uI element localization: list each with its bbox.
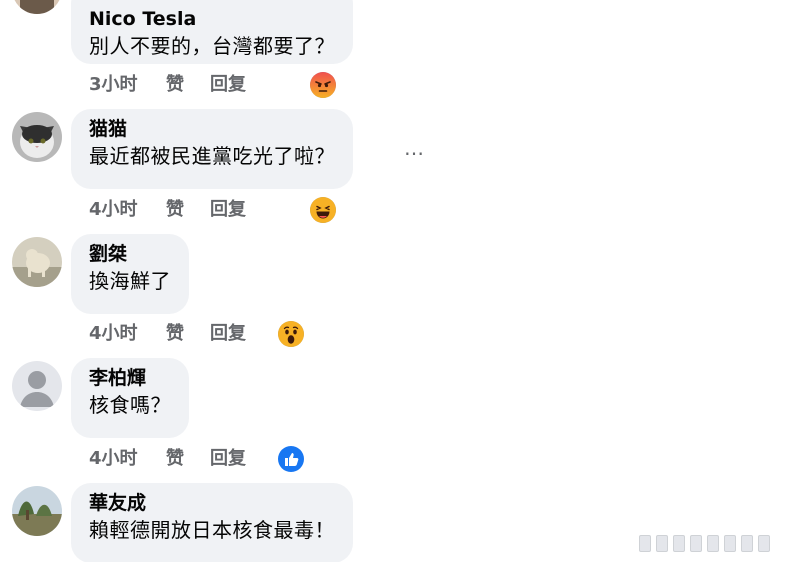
avatar[interactable] [12, 486, 62, 536]
cat-avatar-icon [12, 112, 62, 162]
avatar-photo-icon [12, 0, 62, 14]
comment-text: 最近都被民進黨吃光了啦？ [89, 144, 335, 168]
avatar[interactable] [12, 112, 62, 162]
default-avatar-icon [12, 361, 62, 411]
scroll-tick [690, 535, 702, 552]
like-button[interactable]: 赞 [166, 72, 184, 98]
scroll-tick [639, 535, 651, 552]
scroll-tick [673, 535, 685, 552]
reply-button[interactable]: 回复 [210, 197, 246, 223]
ellipsis-icon[interactable]: … [404, 138, 425, 158]
dog-avatar-icon [12, 237, 62, 287]
comment-bubble: 劉桀 換海鮮了 [71, 234, 189, 314]
reply-button[interactable]: 回复 [210, 72, 246, 98]
like-icon [277, 445, 305, 473]
comment-author[interactable]: Nico Tesla [89, 0, 335, 31]
comment-bubble: 李柏輝 核食嗎？ [71, 358, 189, 438]
avatar[interactable] [12, 237, 62, 287]
scroll-tick [724, 535, 736, 552]
wow-icon [277, 320, 305, 348]
comment-author[interactable]: 猫猫 [89, 117, 335, 141]
comment-text: 別人不要的，台灣都要了？ [89, 34, 335, 58]
comment-bubble: 華友成 賴輕德開放日本核食最毒！ [71, 483, 353, 562]
scroll-tick [758, 535, 770, 552]
comment-bubble: Nico Tesla 別人不要的，台灣都要了？ [71, 0, 353, 64]
comment-thread: Nico Tesla 別人不要的，台灣都要了？ 3小时 赞 回复 7 [0, 0, 786, 562]
scroll-tick [707, 535, 719, 552]
landscape-avatar-icon [12, 486, 62, 536]
angry-icon [309, 71, 337, 99]
comment-author[interactable]: 華友成 [89, 491, 335, 515]
scroll-tick [741, 535, 753, 552]
comment-timestamp[interactable]: 4小时 [89, 197, 138, 223]
like-button[interactable]: 赞 [166, 321, 184, 347]
comment-author[interactable]: 李柏輝 [89, 366, 171, 390]
comment-text: 核食嗎？ [89, 393, 171, 417]
comment-author[interactable]: 劉桀 [89, 242, 171, 266]
reply-button[interactable]: 回复 [210, 321, 246, 347]
comment-timestamp[interactable]: 4小时 [89, 321, 138, 347]
scroll-tick [656, 535, 668, 552]
like-button[interactable]: 赞 [166, 197, 184, 223]
reply-button[interactable]: 回复 [210, 446, 246, 472]
comment-timestamp[interactable]: 3小时 [89, 72, 138, 98]
haha-icon [309, 196, 337, 224]
scrollbar-ticks[interactable] [639, 533, 782, 554]
avatar[interactable] [12, 361, 62, 411]
like-button[interactable]: 赞 [166, 446, 184, 472]
avatar[interactable] [12, 0, 62, 14]
comment-text: 換海鮮了 [89, 269, 171, 293]
comment-text: 賴輕德開放日本核食最毒！ [89, 518, 335, 542]
comment-timestamp[interactable]: 4小时 [89, 446, 138, 472]
comment-bubble: 猫猫 最近都被民進黨吃光了啦？ [71, 109, 353, 189]
